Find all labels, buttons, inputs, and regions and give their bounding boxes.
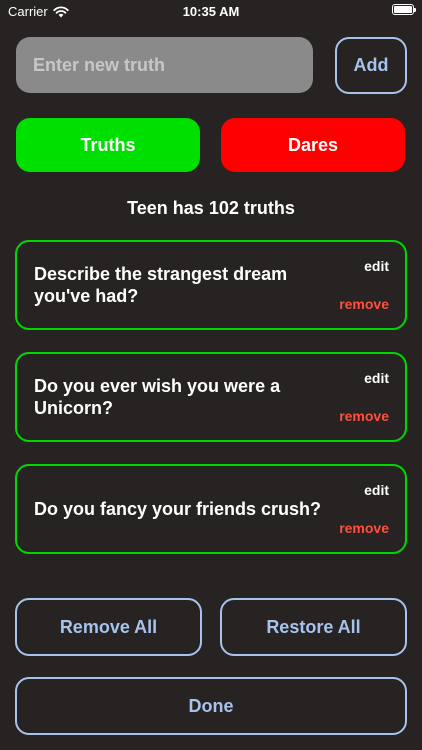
status-bar: Carrier 10:35 AM xyxy=(0,0,422,22)
restore-all-button[interactable]: Restore All xyxy=(220,598,407,656)
add-button[interactable]: Add xyxy=(335,37,407,94)
truth-text: Describe the strangest dream you've had? xyxy=(34,264,288,306)
remove-link[interactable]: remove xyxy=(339,520,389,536)
edit-link[interactable]: edit xyxy=(364,482,389,498)
remove-all-button[interactable]: Remove All xyxy=(15,598,202,656)
edit-link[interactable]: edit xyxy=(364,370,389,386)
tab-dares[interactable]: Dares xyxy=(221,118,405,172)
battery-icon xyxy=(392,4,416,15)
truth-card: Do you fancy your friends crush? edit re… xyxy=(15,464,407,554)
status-time: 10:35 AM xyxy=(182,4,240,19)
truth-text: Do you ever wish you were a Unicorn? xyxy=(34,376,281,418)
truth-count-text: Teen has 102 truths xyxy=(127,198,295,218)
truth-card: Describe the strangest dream you've had?… xyxy=(15,240,407,330)
remove-link[interactable]: remove xyxy=(339,296,389,312)
tab-truths[interactable]: Truths xyxy=(16,118,200,172)
done-button[interactable]: Done xyxy=(15,677,407,735)
battery-level xyxy=(394,6,412,13)
new-truth-input[interactable] xyxy=(16,37,313,93)
edit-link[interactable]: edit xyxy=(364,258,389,274)
remove-link[interactable]: remove xyxy=(339,408,389,424)
truth-text: Do you fancy your friends crush? xyxy=(34,499,322,519)
truth-card: Do you ever wish you were a Unicorn? edi… xyxy=(15,352,407,442)
